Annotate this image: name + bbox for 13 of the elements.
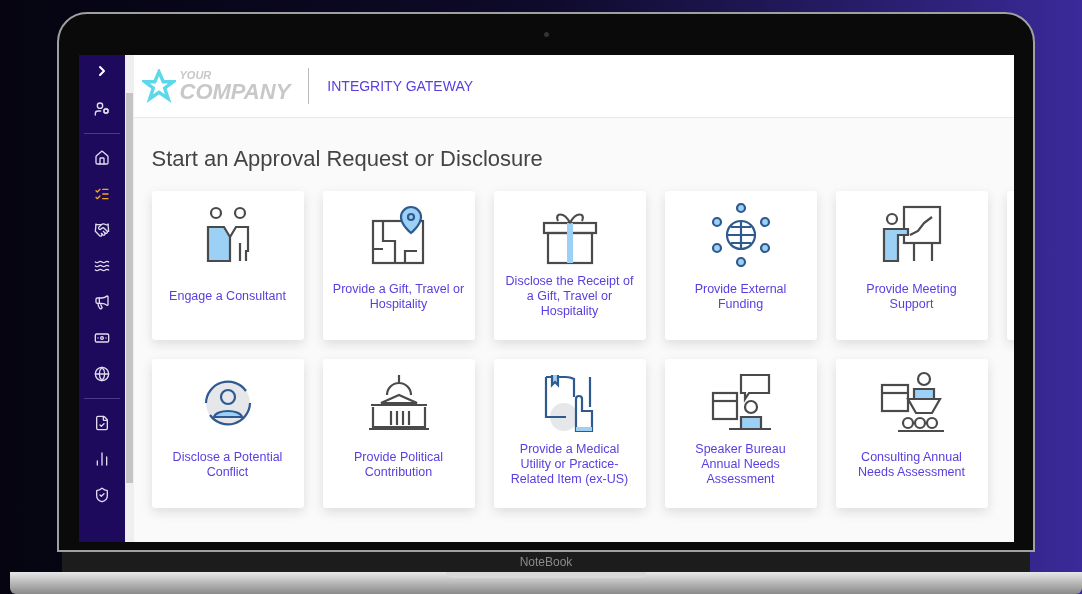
request-card[interactable]: Provide a Medical Utility or Practice-Related Item (ex-US) — [493, 359, 646, 508]
app-title: INTEGRITY GATEWAY — [327, 76, 474, 96]
request-card[interactable]: Disclose the Receipt of a Gift, Travel or Hospitality — [493, 191, 646, 340]
request-card[interactable]: Consulting Annual Needs Assessment — [835, 359, 988, 508]
request-card[interactable]: Provide Political Contribution — [322, 359, 475, 508]
request-card[interactable]: Engage a Consultant — [151, 191, 304, 340]
request-card[interactable]: Provide Meeting Support — [835, 191, 988, 340]
request-card[interactable]: Speaker Bureau Annual Needs Assessment — [664, 359, 817, 508]
request-card[interactable]: Disclose a Potential Conflict — [151, 359, 304, 508]
page-title: Start an Approval Request or Disclosure — [151, 145, 544, 173]
request-card[interactable]: Provide a Gift, Travel or Hospitality — [322, 191, 475, 340]
brand-label: NoteBook — [519, 554, 573, 571]
request-card[interactable]: Provide External Funding — [664, 191, 817, 340]
